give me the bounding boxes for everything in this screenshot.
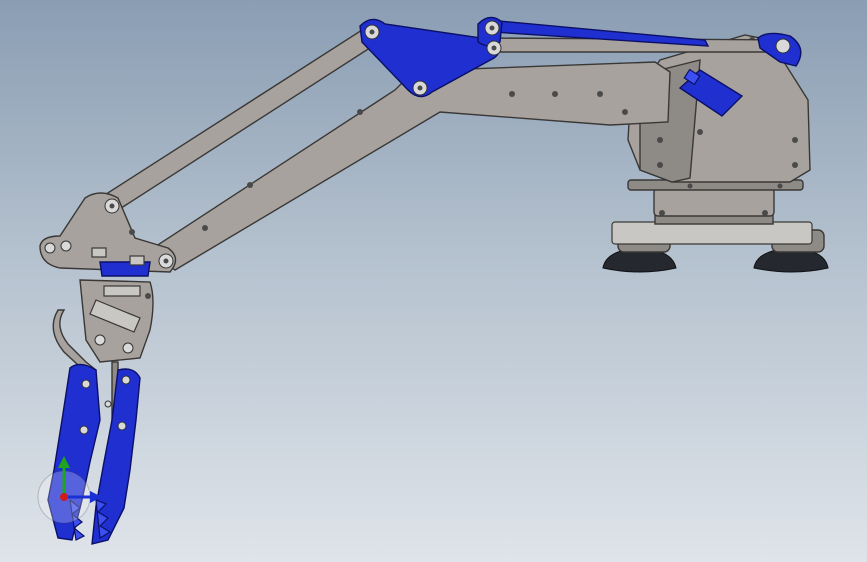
parallel-link-upper[interactable] [98, 29, 378, 213]
turntable-cylinder[interactable] [653, 187, 775, 217]
base-plate[interactable] [611, 221, 813, 245]
base-assembly[interactable] [602, 179, 829, 273]
robot-arm-assembly-model[interactable] [0, 0, 867, 562]
cad-graphics-area[interactable] [0, 0, 867, 562]
main-boom[interactable] [148, 61, 671, 271]
wrist-bracket[interactable] [39, 192, 177, 277]
